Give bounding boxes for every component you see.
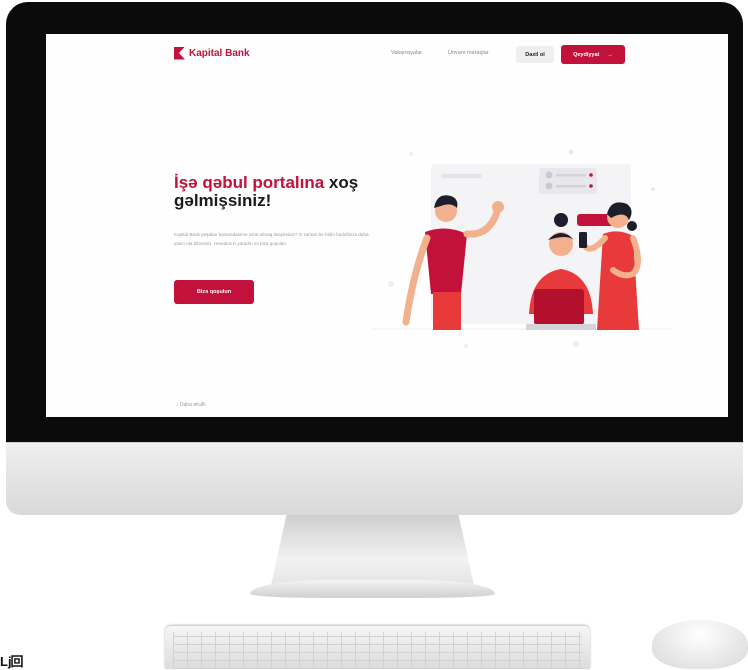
mouse	[652, 620, 748, 669]
screen: Kapital Bank Vakansiyalar Ünvanı maraqla…	[46, 34, 728, 417]
team-illustration	[371, 149, 671, 348]
more-info-label: Daha ətraflı	[179, 402, 206, 408]
monitor-stand-base	[250, 580, 495, 598]
qr-code-icon: ǈ回	[0, 654, 24, 669]
brand-name: Kapital Bank	[189, 47, 250, 59]
monitor: Kapital Bank Vakansiyalar Ünvanı maraqla…	[6, 2, 743, 515]
keyboard	[165, 626, 590, 669]
nav-link-interests[interactable]: Ünvanı maraqlar	[448, 50, 489, 56]
keyboard-keys	[173, 632, 582, 669]
site-header: Kapital Bank Vakansiyalar Ünvanı maraqla…	[46, 34, 728, 72]
login-button[interactable]: Daxil ol	[516, 46, 554, 63]
hero-title-accent: İşə qəbul portalına	[174, 173, 325, 192]
more-info-link[interactable]: ↓ Daha ətraflı	[176, 402, 206, 408]
join-button[interactable]: Bizə qoşulun	[174, 280, 254, 304]
hero-description: Kapital Bank peşəkar komandasının üzvü o…	[174, 232, 369, 246]
nav-link-vacancies[interactable]: Vakansiyalar	[391, 50, 422, 56]
arrow-right-icon: →	[607, 51, 613, 58]
hero-title: İşə qəbul portalına xoş gəlmişsiniz!	[174, 174, 374, 210]
register-label: Qeydiyyat	[573, 51, 600, 58]
arrow-down-icon: ↓	[176, 402, 179, 408]
kapital-logo-icon	[174, 46, 185, 60]
monitor-stand-neck	[270, 515, 475, 590]
brand-logo[interactable]: Kapital Bank	[174, 46, 250, 60]
register-button[interactable]: Qeydiyyat →	[561, 45, 625, 64]
monitor-chin	[6, 442, 743, 515]
